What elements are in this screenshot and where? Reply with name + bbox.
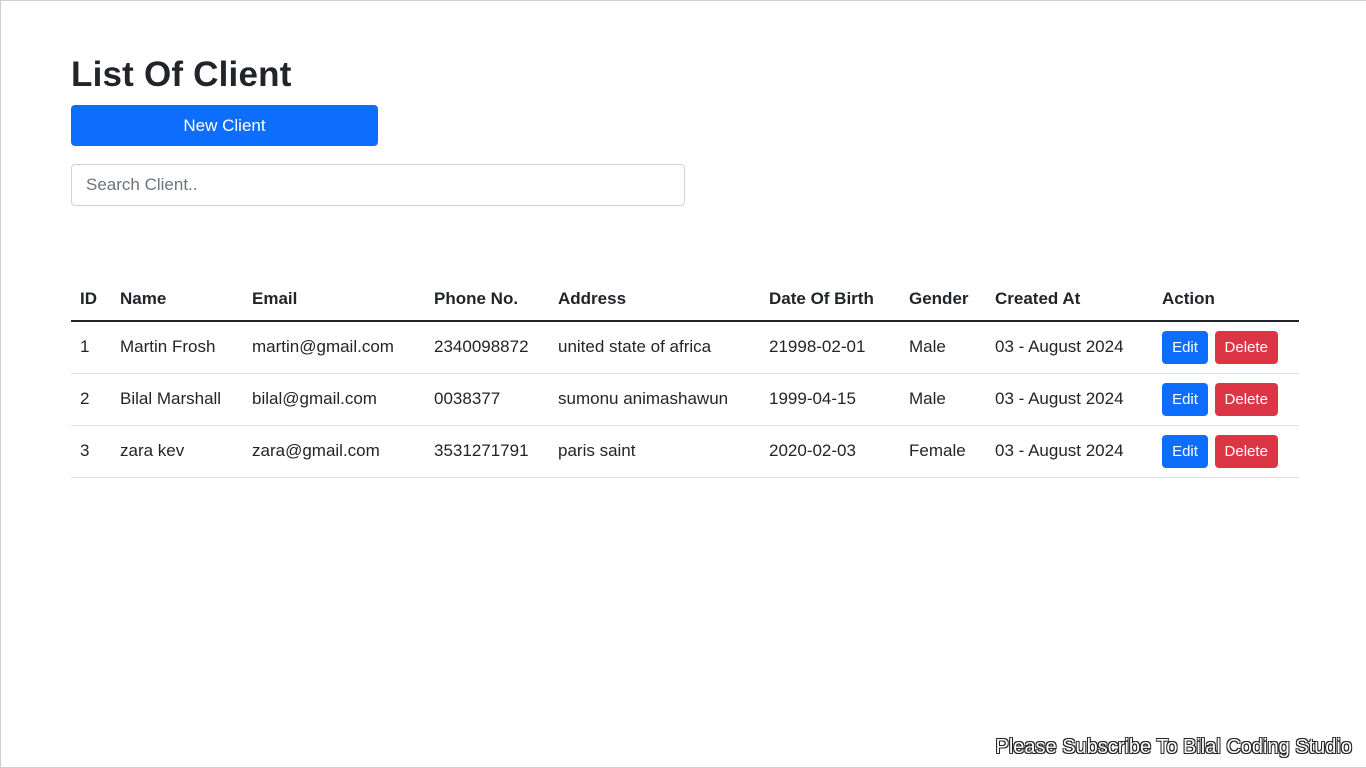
cell-created-at: 03 - August 2024 bbox=[986, 425, 1153, 478]
subscribe-watermark: Please Subscribe To Bilal Coding Studio bbox=[995, 736, 1352, 758]
column-header-email: Email bbox=[243, 277, 425, 322]
delete-button[interactable]: Delete bbox=[1214, 330, 1278, 364]
edit-button[interactable]: Edit bbox=[1162, 382, 1208, 416]
cell-gender: Female bbox=[900, 425, 986, 478]
cell-id: 3 bbox=[71, 425, 111, 478]
table-header: ID Name Email Phone No. Address Date Of … bbox=[71, 277, 1299, 322]
cell-address: united state of africa bbox=[549, 321, 760, 374]
cell-email: martin@gmail.com bbox=[243, 321, 425, 374]
cell-phone: 0038377 bbox=[425, 373, 549, 426]
cell-created-at: 03 - August 2024 bbox=[986, 321, 1153, 374]
app-frame: List Of Client New Client ID Name Email … bbox=[0, 0, 1366, 768]
column-header-gender: Gender bbox=[900, 277, 986, 322]
column-header-action: Action bbox=[1153, 277, 1299, 322]
column-header-name: Name bbox=[111, 277, 243, 322]
cell-created-at: 03 - August 2024 bbox=[986, 373, 1153, 426]
cell-address: sumonu animashawun bbox=[549, 373, 760, 426]
cell-address: paris saint bbox=[549, 425, 760, 478]
cell-email: zara@gmail.com bbox=[243, 425, 425, 478]
edit-button[interactable]: Edit bbox=[1162, 434, 1208, 468]
column-header-dob: Date Of Birth bbox=[760, 277, 900, 322]
cell-id: 2 bbox=[71, 373, 111, 426]
cell-name: Bilal Marshall bbox=[111, 373, 243, 426]
delete-button[interactable]: Delete bbox=[1214, 382, 1278, 416]
table-body: 1 Martin Frosh martin@gmail.com 23400988… bbox=[71, 321, 1299, 478]
table-row: 3 zara kev zara@gmail.com 3531271791 par… bbox=[71, 425, 1299, 478]
new-client-button[interactable]: New Client bbox=[71, 105, 378, 146]
column-header-created-at: Created At bbox=[986, 277, 1153, 322]
column-header-id: ID bbox=[71, 277, 111, 322]
header-row: ID Name Email Phone No. Address Date Of … bbox=[71, 277, 1299, 322]
cell-actions: Edit Delete bbox=[1153, 425, 1299, 478]
cell-gender: Male bbox=[900, 373, 986, 426]
cell-dob: 1999-04-15 bbox=[760, 373, 900, 426]
cell-name: zara kev bbox=[111, 425, 243, 478]
search-input[interactable] bbox=[71, 164, 685, 206]
column-header-phone: Phone No. bbox=[425, 277, 549, 322]
table-row: 2 Bilal Marshall bilal@gmail.com 0038377… bbox=[71, 373, 1299, 426]
cell-actions: Edit Delete bbox=[1153, 321, 1299, 374]
page-title: List Of Client bbox=[71, 55, 292, 94]
edit-button[interactable]: Edit bbox=[1162, 330, 1208, 364]
cell-name: Martin Frosh bbox=[111, 321, 243, 374]
column-header-address: Address bbox=[549, 277, 760, 322]
cell-dob: 2020-02-03 bbox=[760, 425, 900, 478]
cell-phone: 3531271791 bbox=[425, 425, 549, 478]
cell-actions: Edit Delete bbox=[1153, 373, 1299, 426]
table-row: 1 Martin Frosh martin@gmail.com 23400988… bbox=[71, 321, 1299, 374]
clients-table: ID Name Email Phone No. Address Date Of … bbox=[71, 277, 1299, 478]
cell-id: 1 bbox=[71, 321, 111, 374]
cell-phone: 2340098872 bbox=[425, 321, 549, 374]
delete-button[interactable]: Delete bbox=[1214, 434, 1278, 468]
cell-email: bilal@gmail.com bbox=[243, 373, 425, 426]
cell-dob: 21998-02-01 bbox=[760, 321, 900, 374]
cell-gender: Male bbox=[900, 321, 986, 374]
